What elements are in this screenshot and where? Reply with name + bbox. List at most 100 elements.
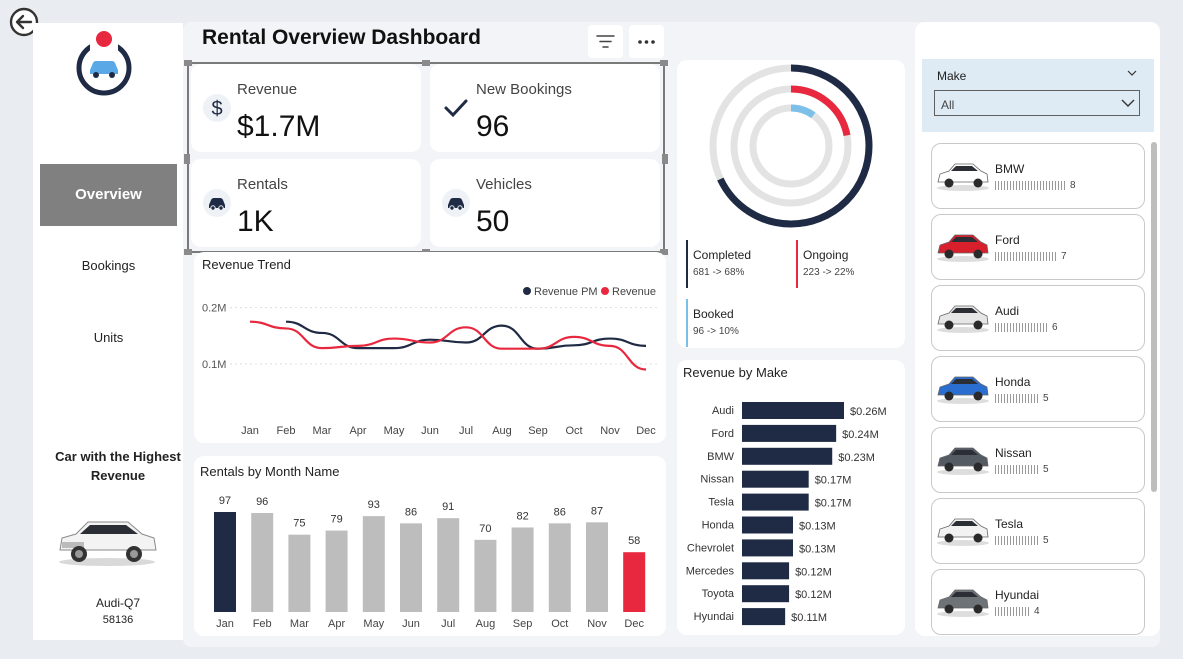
- bar-audi[interactable]: [742, 402, 844, 419]
- bar-dec[interactable]: [623, 552, 646, 612]
- series-line-revenue[interactable]: [249, 320, 647, 371]
- bar-jul[interactable]: [437, 518, 460, 612]
- x-tick-label: Nov: [600, 425, 620, 437]
- car-image: [937, 589, 989, 617]
- bar-apr[interactable]: [325, 530, 348, 612]
- scrollbar[interactable]: [1151, 142, 1157, 492]
- series-line-revenue-pm[interactable]: [285, 320, 647, 350]
- filter-button[interactable]: [588, 25, 623, 58]
- revenue-trend-chart: Revenue Trend Revenue PM Revenue 0.2M 0.1M…: [202, 257, 660, 437]
- y-tick-label: 0.1M: [202, 359, 226, 371]
- make-count: 5: [1043, 464, 1049, 475]
- category-label: Ford: [711, 428, 734, 440]
- make-dropdown[interactable]: [934, 90, 1140, 116]
- bar-toyota[interactable]: [742, 585, 790, 603]
- chart-title: Revenue Trend: [202, 257, 291, 272]
- resize-handle[interactable]: [660, 60, 668, 66]
- car-image: [937, 234, 989, 262]
- resize-handle[interactable]: [184, 154, 190, 164]
- rentals-by-month-chart: Rentals by Month Name 97 Jan 96 Feb 75 Mar 79 A…: [200, 464, 646, 630]
- top-car-revenue: 58136: [102, 614, 134, 626]
- x-tick-label: May: [363, 618, 384, 630]
- make-card-nissan[interactable]: Nissan 5: [931, 427, 1145, 493]
- resize-handle[interactable]: [184, 249, 192, 255]
- legend-label: Revenue: [612, 286, 656, 298]
- bar-may[interactable]: [362, 516, 385, 612]
- bar-ford[interactable]: [742, 424, 837, 442]
- resize-handle[interactable]: [662, 154, 668, 164]
- category-label: Tesla: [708, 497, 735, 509]
- bar-hyundai[interactable]: [742, 608, 786, 626]
- bar-feb[interactable]: [251, 513, 274, 612]
- bar-nov[interactable]: [586, 522, 608, 612]
- bar-bmw[interactable]: [742, 447, 833, 465]
- make-name: Audi: [995, 304, 1020, 318]
- y-tick-label: 0.2M: [202, 303, 226, 315]
- x-tick-label: Feb: [253, 618, 272, 630]
- count-bar: [995, 536, 1040, 545]
- make-card-ford[interactable]: Ford 7: [931, 214, 1145, 280]
- x-tick-label: Jul: [441, 618, 455, 630]
- bar-jan[interactable]: [214, 512, 236, 612]
- top-car-title: Car with the Highest Revenue: [55, 449, 181, 483]
- make-card-bmw[interactable]: BMW 8: [931, 143, 1145, 209]
- x-tick-label: Feb: [277, 425, 296, 437]
- bar-honda[interactable]: [742, 516, 793, 534]
- make-name: Honda: [995, 375, 1031, 389]
- bar-chevrolet[interactable]: [742, 539, 793, 557]
- car-image: [937, 447, 989, 475]
- revenue-by-make-chart: Revenue by Make Audi $0.26M Ford $0.24M BMW $…: [683, 365, 887, 626]
- data-label: 96: [256, 496, 268, 508]
- ring-track: [749, 104, 833, 188]
- car-image: [937, 163, 989, 191]
- make-count: 8: [1070, 180, 1076, 191]
- rental-status-card: Completed 681 -> 68% Ongoing 223 -> 22% Book…: [677, 60, 905, 348]
- data-label: 82: [516, 510, 528, 522]
- x-tick-label: Apr: [349, 425, 366, 437]
- make-card-audi[interactable]: Audi 6: [931, 285, 1145, 351]
- bar-jun[interactable]: [400, 523, 422, 612]
- resize-handle[interactable]: [184, 60, 192, 66]
- legend-marker: [601, 287, 609, 295]
- data-label: 86: [554, 506, 566, 518]
- data-label: $0.17M: [815, 475, 852, 487]
- make-name: Tesla: [995, 517, 1024, 531]
- status-label: Completed: [693, 248, 751, 262]
- category-label: Mercedes: [686, 565, 735, 577]
- x-tick-label: May: [384, 425, 405, 437]
- data-label: $0.13M: [799, 543, 836, 555]
- chevron-down-icon[interactable]: [1120, 96, 1136, 110]
- make-dropdown-value: All: [941, 98, 955, 112]
- count-bar: [995, 607, 1031, 616]
- bar-oct[interactable]: [548, 523, 571, 612]
- chevron-down-icon[interactable]: [1126, 68, 1138, 78]
- resize-handle[interactable]: [422, 60, 430, 66]
- nav-units-button[interactable]: Units: [40, 330, 177, 345]
- bar-sep[interactable]: [511, 527, 534, 612]
- nav-bookings-button[interactable]: Bookings: [40, 258, 177, 273]
- bar-aug[interactable]: [474, 539, 497, 612]
- rental-status-radial-chart: Completed 681 -> 68% Ongoing 223 -> 22% Book…: [686, 64, 873, 347]
- make-card-hyundai[interactable]: Hyundai 4: [931, 569, 1145, 635]
- category-label: Toyota: [702, 588, 735, 600]
- chart-legend: Revenue PM Revenue: [523, 286, 656, 298]
- make-count: 7: [1061, 251, 1067, 262]
- data-label: 97: [219, 495, 231, 507]
- status-detail: 223 -> 22%: [803, 267, 855, 278]
- data-label: 70: [479, 523, 491, 535]
- bar-mercedes[interactable]: [742, 562, 790, 580]
- status-label: Booked: [693, 307, 734, 321]
- legend-label: Revenue PM: [534, 286, 598, 298]
- category-label: Chevrolet: [687, 542, 734, 554]
- more-options-button[interactable]: [629, 25, 664, 58]
- bar-nissan[interactable]: [742, 470, 809, 488]
- x-tick-label: Apr: [328, 618, 345, 630]
- make-card-tesla[interactable]: Tesla 5: [931, 498, 1145, 564]
- x-tick-label: Aug: [492, 425, 512, 437]
- revenue-trend-card: Revenue Trend Revenue PM Revenue 0.2M 0.1M…: [194, 252, 666, 443]
- bar-mar[interactable]: [288, 534, 311, 612]
- make-card-honda[interactable]: Honda 5: [931, 356, 1145, 422]
- x-tick-label: Jul: [459, 425, 473, 437]
- bar-tesla[interactable]: [742, 493, 809, 511]
- nav-overview-button[interactable]: Overview: [40, 164, 177, 226]
